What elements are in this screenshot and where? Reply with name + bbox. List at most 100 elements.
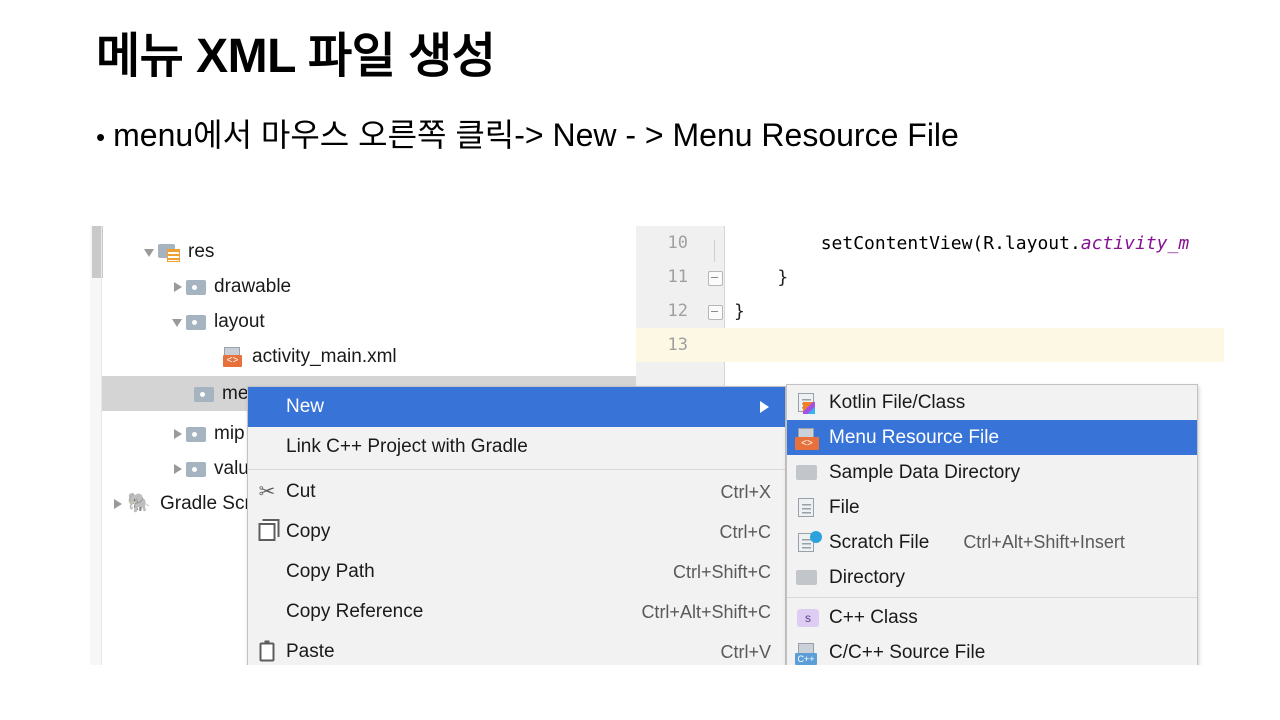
file-icon: [787, 490, 829, 525]
submenu-label-sample-data-directory: Sample Data Directory: [829, 462, 1020, 484]
cpp-class-icon: s: [787, 600, 829, 635]
tree-row-drawable[interactable]: drawable: [102, 269, 704, 304]
submenu-label-menu-resource-file: Menu Resource File: [829, 427, 999, 449]
chevron-down-icon[interactable]: [142, 244, 158, 260]
tree-item-label-menu: me: [222, 384, 248, 403]
submenu-item-directory[interactable]: Directory: [787, 560, 1197, 595]
submenu-item-cpp-class[interactable]: s C++ Class: [787, 600, 1197, 635]
no-icon: [248, 552, 286, 592]
no-icon: [248, 427, 286, 467]
submenu-shortcut-scratch-file: Ctrl+Alt+Shift+Insert: [963, 532, 1125, 553]
submenu-label-file: File: [829, 497, 860, 519]
submenu-item-sample-data-directory[interactable]: Sample Data Directory: [787, 455, 1197, 490]
no-icon: [248, 387, 286, 427]
submenu-item-scratch-file[interactable]: Scratch File Ctrl+Alt+Shift+Insert: [787, 525, 1197, 560]
context-menu-shortcut-paste: Ctrl+V: [720, 642, 771, 663]
xml-layout-file-icon: [222, 347, 244, 367]
kotlin-file-icon: [787, 385, 829, 420]
fold-guide-bar: [714, 240, 715, 262]
context-menu-label-copy: Copy: [286, 521, 697, 543]
line-number: 13: [636, 335, 724, 355]
folder-icon: [186, 460, 206, 477]
context-menu-item-new[interactable]: New: [248, 387, 785, 427]
chevron-right-icon[interactable]: [170, 279, 186, 295]
context-menu-shortcut-copy: Ctrl+C: [719, 522, 771, 543]
folder-icon: [194, 385, 214, 402]
folder-icon: [787, 455, 829, 490]
cpp-source-file-icon: C++: [787, 635, 829, 665]
menu-separator: [787, 597, 1197, 598]
context-menu-item-copy-reference[interactable]: Copy Reference Ctrl+Alt+Shift+C: [248, 592, 785, 632]
context-menu[interactable]: New Link C++ Project with Gradle ✂ Cut C…: [247, 386, 786, 665]
chevron-right-icon[interactable]: [110, 496, 126, 512]
context-menu-item-link-cpp[interactable]: Link C++ Project with Gradle: [248, 427, 785, 467]
chevron-down-icon[interactable]: [170, 314, 186, 330]
code-line-10[interactable]: 10 setContentView(R.layout.activity_m: [636, 226, 1224, 260]
res-folder-icon: [158, 243, 180, 261]
clipboard-icon: [248, 632, 286, 665]
bullet-text: menu에서 마우스 오른쪽 클릭-> New - > Menu Resourc…: [113, 110, 959, 156]
tree-item-label-values: valu: [214, 459, 249, 478]
context-menu-item-copy[interactable]: Copy Ctrl+C: [248, 512, 785, 552]
fold-collapse-icon[interactable]: [708, 305, 723, 320]
context-menu-label-cut: Cut: [286, 481, 698, 503]
code-text-10: setContentView(R.layout.activity_m: [724, 233, 1189, 254]
folder-icon: [186, 313, 206, 330]
context-menu-label-paste: Paste: [286, 641, 698, 663]
code-call: setContentView(R.layout.: [821, 233, 1081, 254]
scratch-file-icon: [787, 525, 829, 560]
context-menu-item-paste[interactable]: Paste Ctrl+V: [248, 632, 785, 665]
submenu-item-c-cpp-source-file[interactable]: C++ C/C++ Source File: [787, 635, 1197, 665]
slide-canvas: 메뉴 XML 파일 생성 • menu에서 마우스 오른쪽 클릭-> New -…: [0, 0, 1280, 720]
ide-screenshot: res drawable layout activity_main.xml me: [88, 226, 1224, 665]
submenu-label-kotlin-file-class: Kotlin File/Class: [829, 392, 965, 414]
code-line-13[interactable]: 13: [636, 328, 1224, 362]
tree-item-label-drawable: drawable: [214, 277, 291, 296]
line-number: 10: [636, 233, 724, 253]
code-field: activity_m: [1081, 233, 1189, 254]
code-text-11: }: [724, 267, 788, 288]
page-title: 메뉴 XML 파일 생성: [96, 16, 495, 86]
scissors-icon: ✂: [248, 472, 286, 512]
bullet-marker-icon: •: [96, 124, 105, 150]
submenu-label-cpp-class: C++ Class: [829, 607, 918, 629]
context-menu-item-copy-path[interactable]: Copy Path Ctrl+Shift+C: [248, 552, 785, 592]
menu-separator: [248, 469, 785, 470]
tree-item-label-res: res: [188, 242, 214, 261]
tree-row-layout[interactable]: layout: [102, 304, 704, 339]
code-line-12[interactable]: 12 }: [636, 294, 1224, 328]
xml-resource-file-icon: <>: [787, 420, 829, 455]
chevron-right-icon: [760, 401, 769, 413]
context-menu-label-link-cpp: Link C++ Project with Gradle: [286, 436, 771, 458]
new-submenu[interactable]: Kotlin File/Class <> Menu Resource File …: [786, 384, 1198, 665]
submenu-label-directory: Directory: [829, 567, 905, 589]
fold-collapse-icon[interactable]: [708, 271, 723, 286]
submenu-item-kotlin-file-class[interactable]: Kotlin File/Class: [787, 385, 1197, 420]
folder-icon: [787, 560, 829, 595]
submenu-item-file[interactable]: File: [787, 490, 1197, 525]
no-icon: [248, 592, 286, 632]
chevron-right-icon[interactable]: [170, 426, 186, 442]
tree-item-label-gradle-scripts: Gradle Scr: [160, 494, 251, 513]
submenu-label-c-cpp-source-file: C/C++ Source File: [829, 642, 985, 664]
folder-icon: [186, 425, 206, 442]
tree-item-label-layout: layout: [214, 312, 265, 331]
submenu-label-scratch-file: Scratch File: [829, 532, 929, 554]
submenu-item-menu-resource-file[interactable]: <> Menu Resource File: [787, 420, 1197, 455]
context-menu-label-copy-reference: Copy Reference: [286, 601, 619, 623]
tree-item-label-mipmap: mip: [214, 424, 245, 443]
context-menu-label-new: New: [286, 396, 771, 418]
context-menu-shortcut-copy-path: Ctrl+Shift+C: [673, 562, 771, 583]
context-menu-label-copy-path: Copy Path: [286, 561, 651, 583]
chevron-right-icon[interactable]: [170, 461, 186, 477]
code-text-12: }: [724, 301, 745, 322]
code-line-11[interactable]: 11 }: [636, 260, 1224, 294]
folder-icon: [186, 278, 206, 295]
bullet-line: • menu에서 마우스 오른쪽 클릭-> New - > Menu Resou…: [96, 110, 959, 156]
copy-icon: [248, 512, 286, 552]
context-menu-shortcut-cut: Ctrl+X: [720, 482, 771, 503]
context-menu-item-cut[interactable]: ✂ Cut Ctrl+X: [248, 472, 785, 512]
tree-row-res[interactable]: res: [102, 234, 676, 269]
tree-item-label-activity-main: activity_main.xml: [252, 347, 397, 366]
gradle-elephant-icon: 🐘: [126, 494, 152, 514]
